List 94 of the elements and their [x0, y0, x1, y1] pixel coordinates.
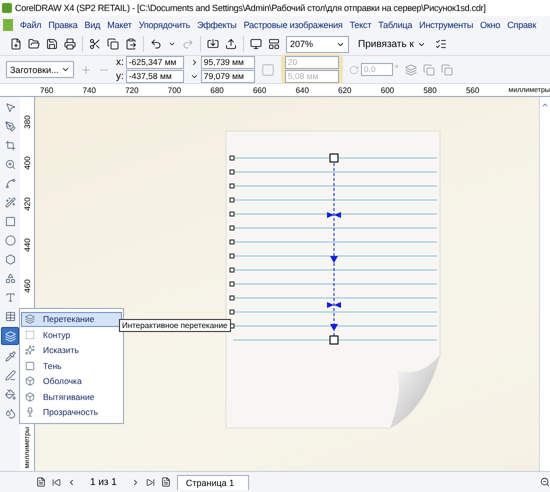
goblet-icon	[25, 407, 35, 418]
menu-item[interactable]: Эффекты	[197, 20, 237, 30]
curve-icon	[4, 178, 16, 188]
document-icon	[3, 18, 13, 30]
add-page-icon[interactable]	[36, 477, 46, 487]
menu-item[interactable]: Текст	[350, 20, 372, 30]
tooltip: Интерактивное перетекание	[119, 319, 230, 332]
polygon-icon	[4, 254, 16, 264]
ruler-label: 680	[210, 86, 225, 96]
paint-bucket-icon	[4, 388, 16, 400]
rectangle-icon	[4, 216, 16, 226]
paste-icon[interactable]	[125, 38, 137, 50]
ruler-label: 560	[466, 86, 480, 96]
zoom-icon[interactable]	[540, 477, 550, 487]
caret-icon[interactable]	[168, 40, 176, 48]
ruler-label: 380	[22, 115, 32, 129]
new-file-icon[interactable]	[10, 38, 22, 50]
tool-button[interactable]	[1, 327, 19, 345]
pen-nib-icon	[4, 120, 16, 132]
pen-icon	[4, 370, 16, 380]
text-icon	[4, 292, 16, 302]
flyout-menu-item[interactable]: Исказить	[21, 343, 122, 358]
ruler-label: 580	[423, 86, 438, 96]
page-counter: 1 из 1	[89, 476, 118, 488]
add-page-icon[interactable]	[160, 477, 171, 487]
flyout-menu-item[interactable]: Тень	[21, 358, 122, 373]
flyout-menu-item[interactable]: Прозрачность	[21, 405, 122, 420]
vertical-scrollbar[interactable]	[539, 97, 550, 471]
degree-sign: °	[394, 64, 399, 75]
previous-page-icon[interactable]	[67, 478, 76, 486]
ruler-label: 400	[22, 156, 32, 170]
menu-item[interactable]: Правка	[48, 20, 78, 30]
layout-icon[interactable]	[268, 38, 280, 50]
menu-item[interactable]: Файл	[20, 20, 42, 30]
scroll-up-icon[interactable]	[541, 101, 549, 109]
checklist-icon[interactable]	[434, 38, 447, 50]
zoom-icon	[4, 158, 16, 170]
import-icon[interactable]	[207, 38, 219, 50]
snap-dropdown[interactable]: Привязать к	[355, 38, 429, 50]
x-label: x:	[116, 57, 124, 68]
window-title: CorelDRAW X4 (SP2 RETAIL) - [C:\Documents and Settings\Admin\Рабочий стол\для отправки на сервер\Рисунок1sd.cdr]	[15, 3, 486, 13]
wand-icon	[4, 196, 16, 208]
menu-item[interactable]: Вид	[84, 20, 100, 30]
menu-item[interactable]: Инструменты	[419, 20, 474, 30]
ruler-label: 660	[252, 86, 268, 96]
menu-item[interactable]: Растровые изображения	[244, 20, 343, 30]
flyout-menu-item[interactable]: Вытягивание	[21, 390, 122, 404]
scissors-icon[interactable]	[89, 38, 101, 50]
y-field[interactable]: -437,58 мм	[126, 70, 184, 83]
contour-icon	[25, 330, 35, 340]
folder-icon[interactable]	[28, 38, 40, 50]
menu-item[interactable]: Справк	[507, 20, 536, 30]
menu-item[interactable]: Упорядочить	[138, 20, 190, 30]
printer-icon[interactable]	[64, 38, 76, 50]
table-icon	[4, 310, 16, 322]
ruler-label: 460	[22, 279, 32, 293]
ruler-label: 440	[22, 238, 32, 252]
last-page-icon[interactable]	[146, 478, 155, 486]
export-icon[interactable]	[225, 38, 237, 50]
presets-dropdown[interactable]: Заготовки...	[6, 61, 74, 78]
zoom-dropdown[interactable]: 207%	[286, 36, 349, 52]
ruler-label: 700	[168, 86, 182, 96]
x-field[interactable]: -625,347 мм	[126, 56, 184, 69]
ruler-label: 640	[296, 86, 310, 96]
page-tab[interactable]: Страница 1	[176, 474, 250, 490]
eyedropper-icon	[4, 350, 16, 362]
droplets-icon	[4, 408, 16, 418]
shapes-icon	[4, 272, 16, 284]
ruler-label: 600	[380, 86, 396, 96]
ellipse-icon	[4, 234, 16, 246]
undo-icon[interactable]	[150, 38, 162, 50]
save-icon[interactable]	[46, 38, 58, 50]
height-field[interactable]: 79,079 мм	[200, 70, 255, 83]
copy-icon[interactable]	[107, 38, 119, 50]
menu-item[interactable]: Таблица	[378, 20, 412, 30]
ruler-label: 620	[338, 86, 353, 96]
ruler-label: 420	[22, 197, 32, 211]
pointer-icon	[4, 102, 16, 112]
caret-icon[interactable]	[61, 65, 70, 74]
ruler-label: 740	[82, 86, 97, 96]
crop-icon	[4, 140, 16, 150]
cube-icon	[25, 392, 35, 402]
ruler-label: 720	[125, 86, 140, 96]
app-logo-icon	[2, 3, 12, 13]
menu-item[interactable]: Макет	[107, 20, 132, 30]
flyout-menu-item[interactable]: Оболочка	[21, 374, 122, 388]
flyout-menu-item[interactable]: Контур	[21, 328, 122, 342]
y-label: y:	[116, 71, 124, 82]
ruler-label: 760	[40, 86, 54, 96]
menu-item[interactable]: Окно	[480, 20, 500, 30]
flyout-menu-item[interactable]: Перетекание	[21, 312, 122, 326]
first-page-icon[interactable]	[52, 478, 61, 486]
width-field[interactable]: 95,739 мм	[200, 56, 255, 69]
monitor-icon[interactable]	[250, 38, 262, 50]
